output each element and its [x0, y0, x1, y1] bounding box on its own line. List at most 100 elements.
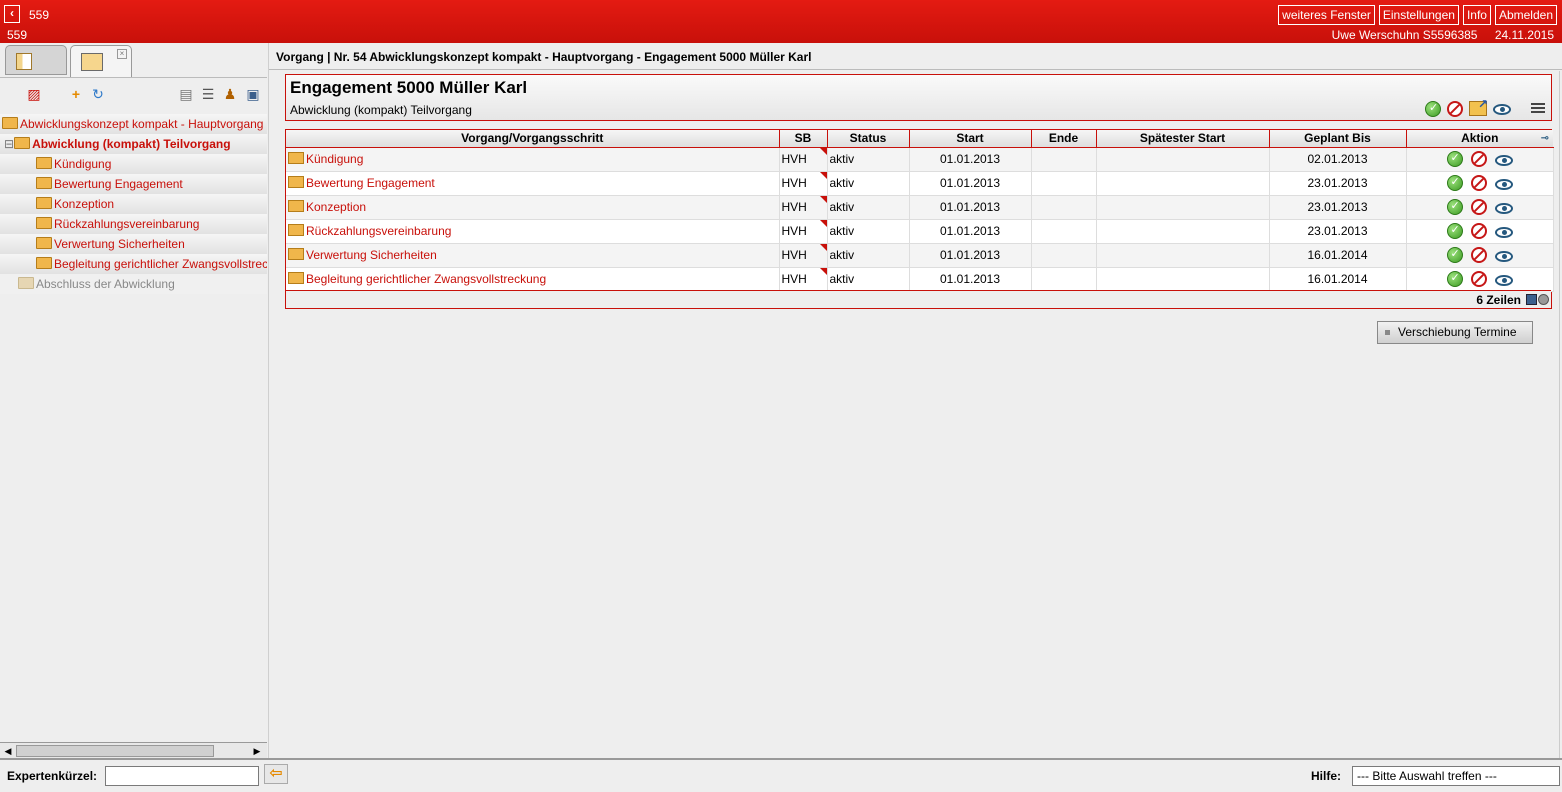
tree-item-step[interactable]: Bewertung Engagement — [0, 174, 267, 194]
sb-cell: HVH — [779, 171, 828, 196]
shift-dates-button[interactable]: Verschiebung Termine — [1377, 321, 1533, 344]
col-header-action[interactable]: Aktion ⊸ — [1406, 130, 1553, 148]
folder-icon — [36, 157, 52, 169]
table-row[interactable]: Bewertung Engagement HVH aktiv 01.01.2013 23… — [286, 171, 1554, 196]
step-name-cell[interactable]: Verwertung Sicherheiten — [286, 243, 780, 268]
tree-horizontal-scrollbar[interactable]: ◀ ▶ — [0, 742, 267, 758]
col-header-status[interactable]: Status — [827, 130, 910, 148]
table-row[interactable]: Begleitung gerichtlicher Zwangsvollstrec… — [286, 267, 1554, 292]
col-header-step[interactable]: Vorgang/Vorgangsschritt — [286, 130, 780, 148]
cancel-icon[interactable] — [1470, 151, 1487, 167]
expert-code-input[interactable] — [105, 766, 259, 786]
tab-process-tree[interactable]: × — [70, 45, 132, 77]
col-header-end[interactable]: Ende — [1031, 130, 1097, 148]
save-icon[interactable] — [1526, 294, 1537, 305]
complete-icon[interactable] — [1446, 223, 1463, 239]
end-cell — [1031, 243, 1097, 268]
table-row[interactable]: Verwertung Sicherheiten HVH aktiv 01.01.201… — [286, 243, 1554, 268]
new-window-button[interactable]: weiteres Fenster — [1278, 5, 1375, 25]
step-name-cell[interactable]: Begleitung gerichtlicher Zwangsvollstrec… — [286, 267, 780, 292]
table-row[interactable]: Kündigung HVH aktiv 01.01.2013 02.01.2013 — [286, 147, 1554, 172]
scroll-thumb[interactable] — [16, 745, 214, 757]
start-cell: 01.01.2013 — [909, 171, 1032, 196]
complete-icon[interactable] — [1425, 101, 1441, 117]
view-icon[interactable] — [1494, 275, 1513, 286]
save-icon[interactable]: ▣ — [245, 86, 261, 102]
view-icon[interactable] — [1494, 203, 1513, 214]
latest-start-cell — [1096, 267, 1270, 292]
window-number: 559 — [29, 8, 50, 22]
tree-item-step[interactable]: Begleitung gerichtlicher Zwangsvollstrec… — [0, 254, 267, 274]
action-cell — [1406, 243, 1554, 268]
menu-icon[interactable] — [1531, 101, 1545, 115]
go-arrow-icon[interactable]: ⇦ — [264, 764, 288, 784]
header-box: Engagement 5000 Müller Karl Abwicklung (… — [285, 74, 1552, 121]
document-icon — [16, 53, 32, 70]
tree-item-sub-process[interactable]: ⊟ Abwicklung (kompakt) Teilvorgang — [0, 134, 267, 154]
view-icon[interactable] — [1494, 179, 1513, 190]
table-row[interactable]: Rückzahlungsvereinbarung HVH aktiv 01.01.20… — [286, 219, 1554, 244]
complete-icon[interactable] — [1446, 199, 1463, 215]
scroll-right-icon[interactable]: ▶ — [250, 744, 264, 758]
scroll-left-icon[interactable]: ◀ — [1, 744, 15, 758]
cancel-icon[interactable] — [1470, 199, 1487, 215]
export-icon[interactable] — [1469, 97, 1488, 116]
cancel-icon[interactable] — [1470, 175, 1487, 191]
help-select[interactable]: --- Bitte Auswahl treffen --- — [1352, 766, 1560, 786]
step-name-cell[interactable]: Bewertung Engagement — [286, 171, 780, 196]
end-cell — [1031, 195, 1097, 220]
view-icon[interactable] — [1494, 155, 1513, 166]
tree-item-step[interactable]: Verwertung Sicherheiten — [0, 234, 267, 254]
back-button[interactable]: ‹ — [4, 5, 20, 23]
cancel-icon[interactable] — [1470, 271, 1487, 287]
tree-item-step[interactable]: Rückzahlungsvereinbarung — [0, 214, 267, 234]
view-icon[interactable] — [1494, 251, 1513, 262]
start-cell: 01.01.2013 — [909, 219, 1032, 244]
col-header-sb[interactable]: SB — [779, 130, 828, 148]
status-cell: aktiv — [827, 267, 910, 292]
info-button[interactable]: Info — [1462, 5, 1491, 25]
folder-icon — [36, 177, 52, 189]
action-cell — [1406, 147, 1554, 172]
add-icon[interactable]: + — [68, 86, 84, 102]
complete-icon[interactable] — [1446, 175, 1463, 191]
start-cell: 01.01.2013 — [909, 147, 1032, 172]
settings-icon[interactable] — [1538, 294, 1549, 305]
sb-cell: HVH — [779, 267, 828, 292]
col-header-planned-until[interactable]: Geplant Bis — [1269, 130, 1407, 148]
close-tab-icon[interactable]: × — [117, 49, 127, 59]
help-label: Hilfe: — [1311, 769, 1341, 783]
logout-button[interactable]: Abmelden — [1494, 5, 1557, 25]
list-icon[interactable]: ☰ — [200, 86, 216, 102]
complete-icon[interactable] — [1446, 247, 1463, 263]
col-header-latest-start[interactable]: Spätester Start — [1096, 130, 1270, 148]
breadcrumb: Vorgang | Nr. 54 Abwicklungskonzept komp… — [276, 50, 812, 64]
view-icon[interactable] — [1494, 227, 1513, 238]
tree-item-main-process[interactable]: Abwicklungskonzept kompakt - Hauptvorgan… — [0, 114, 267, 134]
cancel-icon[interactable] — [1470, 247, 1487, 263]
refresh-icon[interactable]: ↻ — [90, 86, 106, 102]
complete-icon[interactable] — [1446, 151, 1463, 167]
vertical-divider — [1559, 71, 1560, 761]
tree-item-step[interactable]: Konzeption — [0, 194, 267, 214]
users-icon[interactable]: ♟ — [222, 86, 238, 102]
col-header-start[interactable]: Start — [909, 130, 1032, 148]
complete-icon[interactable] — [1446, 271, 1463, 287]
cancel-icon[interactable] — [1470, 223, 1487, 239]
key-icon[interactable]: ⊸ — [1541, 133, 1549, 144]
step-name-cell[interactable]: Konzeption — [286, 195, 780, 220]
collapse-icon[interactable]: ⊟ — [4, 137, 14, 151]
folder-icon — [36, 197, 52, 209]
settings-button[interactable]: Einstellungen — [1378, 5, 1459, 25]
edit-icon[interactable]: ▤ — [178, 86, 194, 102]
step-name-cell[interactable]: Kündigung — [286, 147, 780, 172]
tree-item-closing[interactable]: Abschluss der Abwicklung — [0, 274, 267, 294]
view-icon[interactable] — [1493, 104, 1511, 115]
end-cell — [1031, 171, 1097, 196]
disable-icon[interactable]: ▨ — [26, 86, 42, 102]
cancel-icon[interactable] — [1447, 101, 1463, 117]
tree-item-step[interactable]: Kündigung — [0, 154, 267, 174]
step-name-cell[interactable]: Rückzahlungsvereinbarung — [286, 219, 780, 244]
table-row[interactable]: Konzeption HVH aktiv 01.01.2013 23.01.2013 — [286, 195, 1554, 220]
tab-document[interactable] — [5, 45, 67, 75]
